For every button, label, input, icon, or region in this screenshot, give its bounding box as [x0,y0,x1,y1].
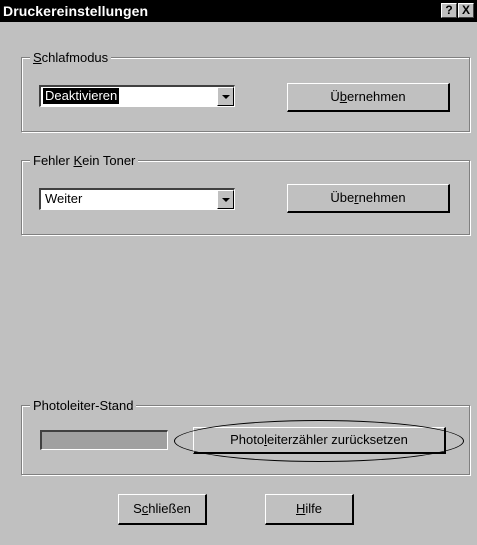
question-mark-icon: ? [445,3,453,17]
reset-photoconductor-counter-button[interactable]: Photoleiterzähler zurücksetzen [193,427,446,454]
sleep-mode-mnemonic: S [33,50,42,65]
close-title-button[interactable]: X [458,3,474,18]
photoconductor-level-bar [40,430,168,450]
no-toner-apply-button[interactable]: Übernehmen [287,184,450,213]
sleep-mode-legend: Schlafmodus [30,50,112,65]
no-toner-mnemonic: K [73,153,83,168]
close-button[interactable]: Schließen [118,494,207,525]
sleep-mode-select[interactable]: Deaktivieren [39,85,235,107]
close-icon: X [461,3,470,17]
no-toner-select[interactable]: Weiter [39,188,235,210]
sleep-mode-value: Deaktivieren [43,88,120,104]
window-title: Druckereinstellungen [3,3,149,19]
help-title-button[interactable]: ? [441,3,457,18]
title-bar[interactable]: Druckereinstellungen ? X [0,0,477,22]
sleep-mode-apply-button[interactable]: Übernehmen [287,83,450,112]
sleep-mode-dropdown-button[interactable] [217,87,234,106]
printer-settings-dialog: Druckereinstellungen ? X Schlafmodus Dea… [0,0,477,545]
help-button[interactable]: Hilfe [265,494,354,525]
no-toner-value: Weiter [45,191,83,206]
chevron-down-icon [222,198,230,202]
no-toner-dropdown-button[interactable] [217,190,234,209]
no-toner-legend: Fehler Kein Toner [30,153,139,168]
photoconductor-legend: Photoleiter-Stand [30,398,137,413]
chevron-down-icon [222,95,230,99]
